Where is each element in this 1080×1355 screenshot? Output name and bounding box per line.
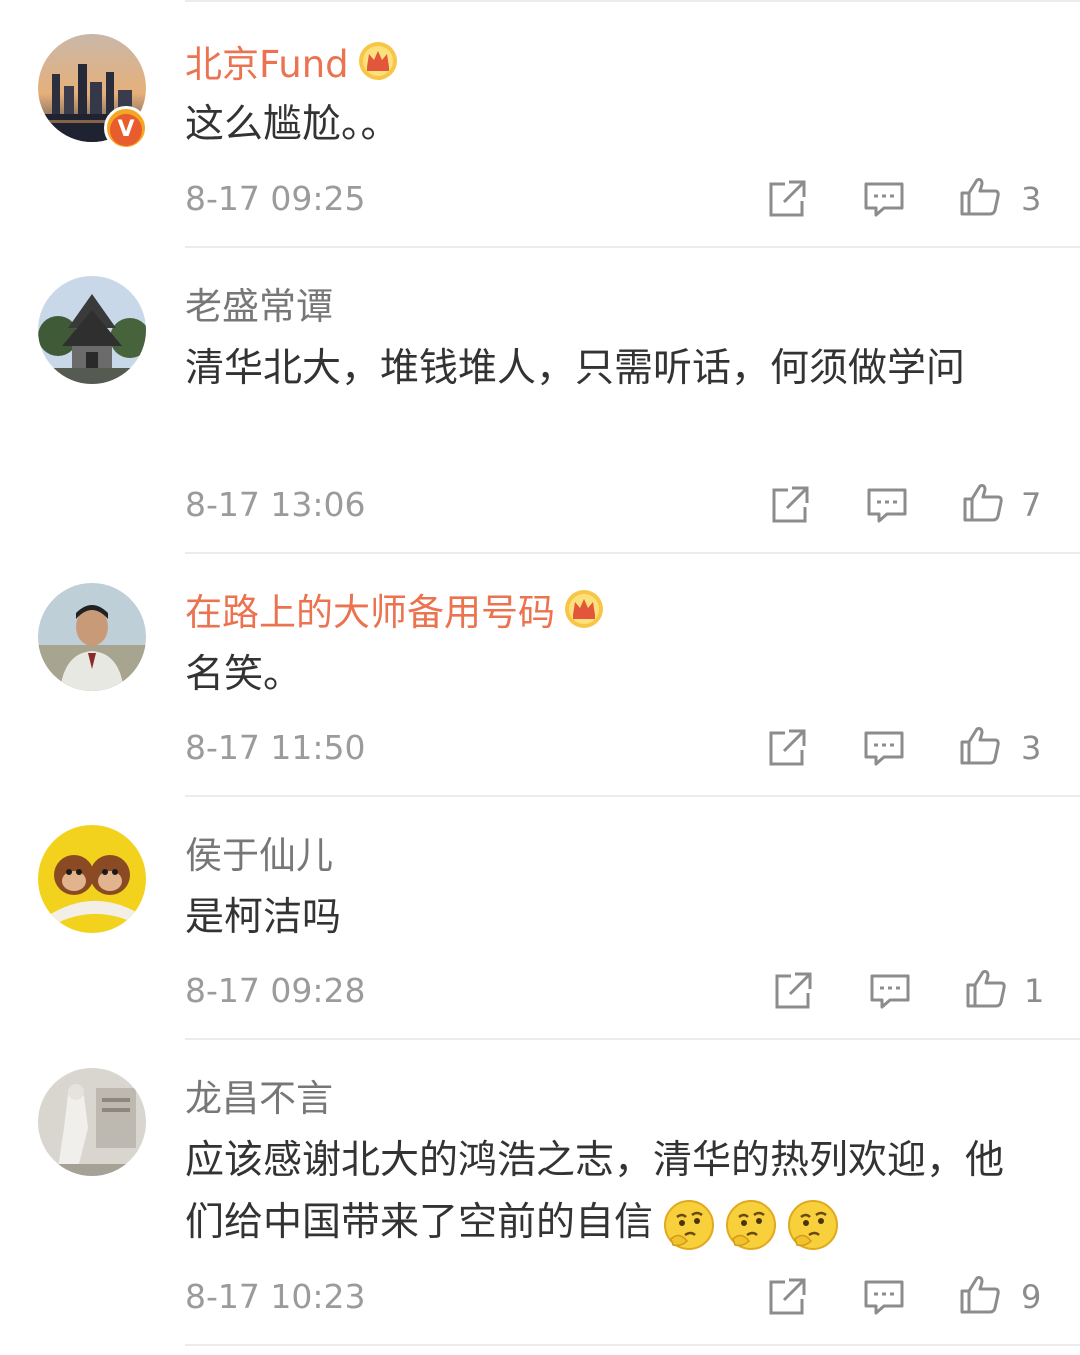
statue-avatar xyxy=(38,1068,146,1176)
like-icon[interactable] xyxy=(958,723,1002,767)
share-icon[interactable] xyxy=(765,177,809,221)
timestamp: 8-17 09:28 xyxy=(185,971,366,1010)
username-text[interactable]: 侯于仙儿 xyxy=(185,825,333,879)
like-count: 9 xyxy=(1021,1278,1042,1316)
comment-text: 是柯洁吗 xyxy=(185,895,342,940)
divider xyxy=(185,1344,1080,1346)
username-text[interactable]: 在路上的大师备用号码 xyxy=(185,582,555,636)
username[interactable]: 在路上的大师备用号码 xyxy=(185,584,605,634)
username-text[interactable]: 老盛常谭 xyxy=(185,276,333,330)
comment-text: 这么尴尬。。 xyxy=(185,102,400,147)
crown-icon xyxy=(358,42,397,80)
top-divider xyxy=(185,0,1080,2)
avatar[interactable] xyxy=(38,583,146,691)
comment-icon[interactable] xyxy=(862,177,906,221)
share-icon[interactable] xyxy=(765,726,809,770)
like-icon[interactable] xyxy=(958,1272,1002,1316)
username-text[interactable]: 龙昌不言 xyxy=(185,1068,333,1122)
temple-avatar xyxy=(38,276,146,384)
like-count: 7 xyxy=(1021,486,1042,524)
like-count: 3 xyxy=(1021,180,1042,218)
man-portrait-avatar xyxy=(38,583,146,691)
comment-icon[interactable] xyxy=(868,969,912,1013)
monkeys-avatar xyxy=(38,825,146,933)
share-icon[interactable] xyxy=(765,1275,809,1319)
username[interactable]: 北京Fund xyxy=(185,36,399,86)
share-icon[interactable] xyxy=(771,969,815,1013)
divider xyxy=(185,552,1080,554)
username-text[interactable]: 北京Fund xyxy=(185,34,349,88)
like-icon[interactable] xyxy=(964,966,1008,1010)
like-count: 1 xyxy=(1024,972,1045,1010)
comment-text: 应该感谢北大的鸿浩之志，清华的热列欢迎，他们给中国带来了空前的自信 xyxy=(185,1130,1035,1254)
verified-badge-icon: V xyxy=(104,106,148,150)
username[interactable]: 老盛常谭 xyxy=(185,278,333,328)
divider xyxy=(185,1038,1080,1040)
like-icon[interactable] xyxy=(958,174,1002,218)
comment-text-body: 应该感谢北大的鸿浩之志，清华的热列欢迎，他们给中国带来了空前的自信 xyxy=(185,1138,1005,1245)
divider xyxy=(185,246,1080,248)
comment-icon[interactable] xyxy=(862,1275,906,1319)
thinking-emoji-icon xyxy=(664,1199,715,1250)
comment-icon[interactable] xyxy=(865,483,909,527)
like-icon[interactable] xyxy=(961,480,1005,524)
comment-text: 名笑。 xyxy=(185,652,303,697)
comment-text: 清华北大，堆钱堆人，只需听话，何须做学问 xyxy=(185,346,966,391)
username[interactable]: 侯于仙儿 xyxy=(185,827,333,877)
divider xyxy=(185,795,1080,797)
thinking-emoji-icon xyxy=(726,1199,777,1250)
avatar[interactable] xyxy=(38,825,146,933)
avatar[interactable] xyxy=(38,1068,146,1176)
timestamp: 8-17 13:06 xyxy=(185,485,366,524)
thinking-emoji-icon xyxy=(788,1199,839,1250)
comment-icon[interactable] xyxy=(862,726,906,770)
timestamp: 8-17 11:50 xyxy=(185,728,366,767)
timestamp: 8-17 09:25 xyxy=(185,179,366,218)
crown-icon xyxy=(565,590,603,628)
username[interactable]: 龙昌不言 xyxy=(185,1070,333,1120)
share-icon[interactable] xyxy=(768,483,812,527)
timestamp: 8-17 10:23 xyxy=(185,1277,366,1316)
avatar[interactable] xyxy=(38,276,146,384)
like-count: 3 xyxy=(1021,729,1042,767)
